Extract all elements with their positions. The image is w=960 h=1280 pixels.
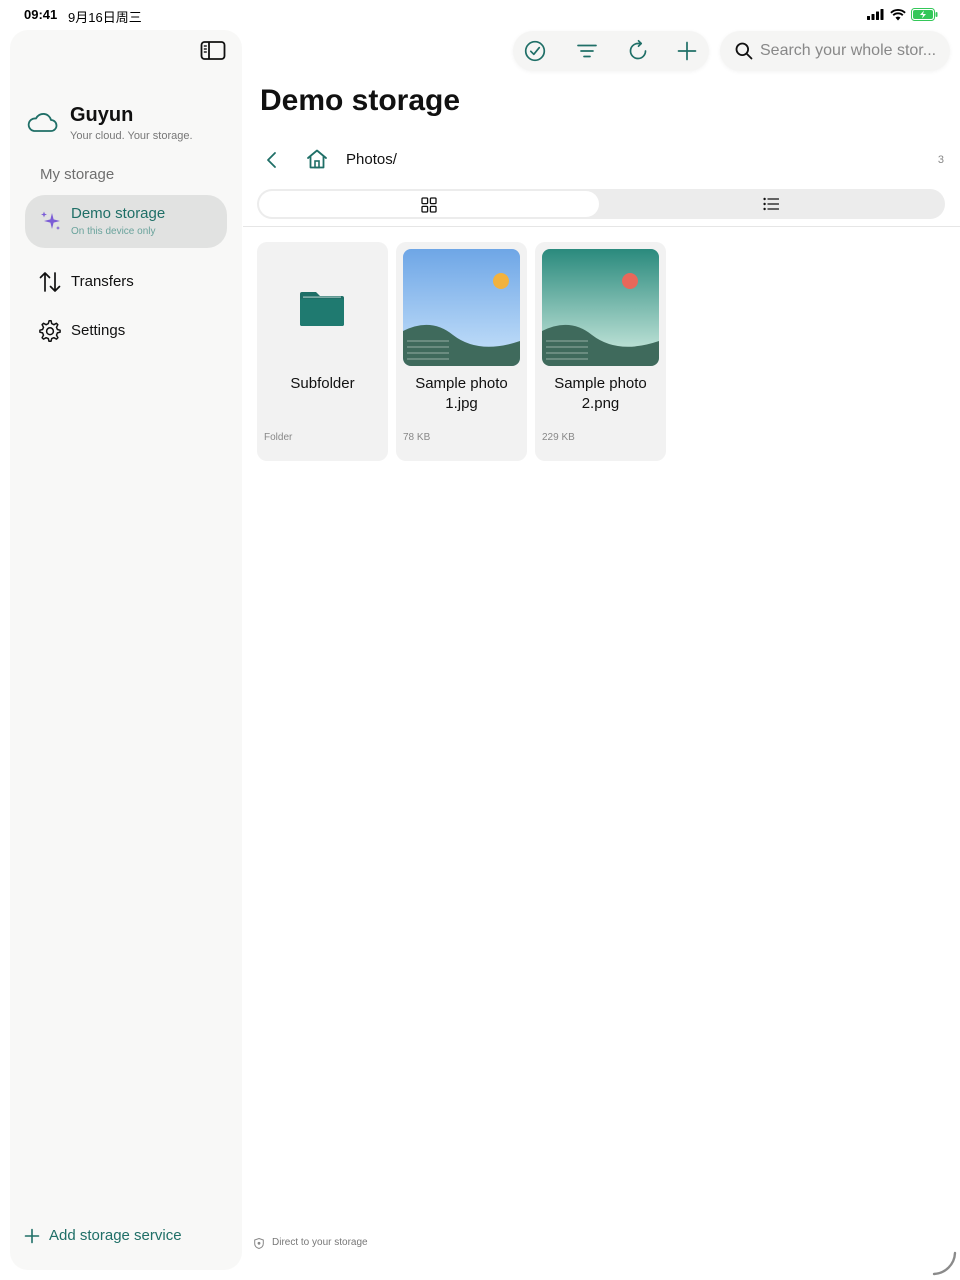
grid-view-icon xyxy=(421,197,437,213)
select-icon[interactable] xyxy=(523,39,547,63)
battery-charging-icon xyxy=(911,8,938,21)
status-icons xyxy=(867,8,938,21)
file-card-subfolder[interactable]: Subfolder Folder xyxy=(257,242,388,461)
photo-thumbnail xyxy=(403,249,520,366)
gear-icon xyxy=(39,320,61,343)
search-icon xyxy=(735,42,753,60)
sparkle-icon xyxy=(41,211,60,230)
status-time: 09:41 xyxy=(24,7,58,22)
sidebar-item-label: Settings xyxy=(71,322,126,339)
shield-icon xyxy=(254,1238,264,1249)
file-card-photo-2[interactable]: Sample photo 2.png 229 KB xyxy=(535,242,666,461)
home-icon[interactable] xyxy=(305,147,329,171)
sidebar-item-label: Transfers xyxy=(71,273,134,290)
plus-icon xyxy=(24,1228,40,1244)
cloud-icon xyxy=(27,113,58,132)
sidebar-item-label: Demo storage xyxy=(71,205,166,222)
file-meta: 229 KB xyxy=(542,432,575,443)
list-view-button[interactable] xyxy=(601,191,943,217)
sidebar-toggle-icon[interactable] xyxy=(200,40,226,62)
cellular-signal-icon xyxy=(867,9,884,20)
file-card-photo-1[interactable]: Sample photo 1.jpg 78 KB xyxy=(396,242,527,461)
sidebar: Guyun Your cloud. Your storage. My stora… xyxy=(10,30,242,1270)
brand-tagline: Your cloud. Your storage. xyxy=(70,130,193,142)
page-title: Demo storage xyxy=(260,84,461,117)
item-count: 3 xyxy=(937,154,944,166)
search-bar[interactable] xyxy=(720,31,950,71)
status-bar: 09:41 9月16日周三 xyxy=(0,0,960,30)
file-meta: Folder xyxy=(264,432,293,443)
sidebar-item-sublabel: On this device only xyxy=(71,226,156,237)
refresh-icon[interactable] xyxy=(626,39,650,63)
plus-icon[interactable] xyxy=(675,39,699,63)
grid-view-button[interactable] xyxy=(259,191,599,217)
photo-thumbnail xyxy=(542,249,659,366)
wifi-icon xyxy=(890,8,906,20)
section-title-my-storage: My storage xyxy=(40,166,115,183)
sort-icon[interactable] xyxy=(575,39,599,63)
file-name: Sample photo 2.png xyxy=(554,375,647,412)
folder-icon xyxy=(300,292,344,326)
back-icon[interactable] xyxy=(262,149,282,171)
file-meta: 78 KB xyxy=(403,432,431,443)
view-mode-toggle xyxy=(257,189,945,219)
toolbar xyxy=(513,31,709,71)
breadcrumb-path[interactable]: Photos/ xyxy=(346,151,397,168)
search-input[interactable] xyxy=(760,37,946,65)
status-date: 9月16日周三 xyxy=(68,10,142,25)
footer-note-label: Direct to your storage xyxy=(272,1237,368,1248)
divider xyxy=(243,226,960,227)
file-name: Sample photo 1.jpg xyxy=(415,375,508,412)
file-name: Subfolder xyxy=(290,375,355,392)
loading-spinner-icon xyxy=(932,1251,957,1276)
sidebar-item-demo-storage[interactable]: Demo storage On this device only xyxy=(25,195,227,248)
brand-name: Guyun xyxy=(70,104,134,126)
list-view-icon xyxy=(763,197,779,211)
add-storage-label: Add storage service xyxy=(49,1227,182,1244)
transfers-icon xyxy=(39,272,61,292)
